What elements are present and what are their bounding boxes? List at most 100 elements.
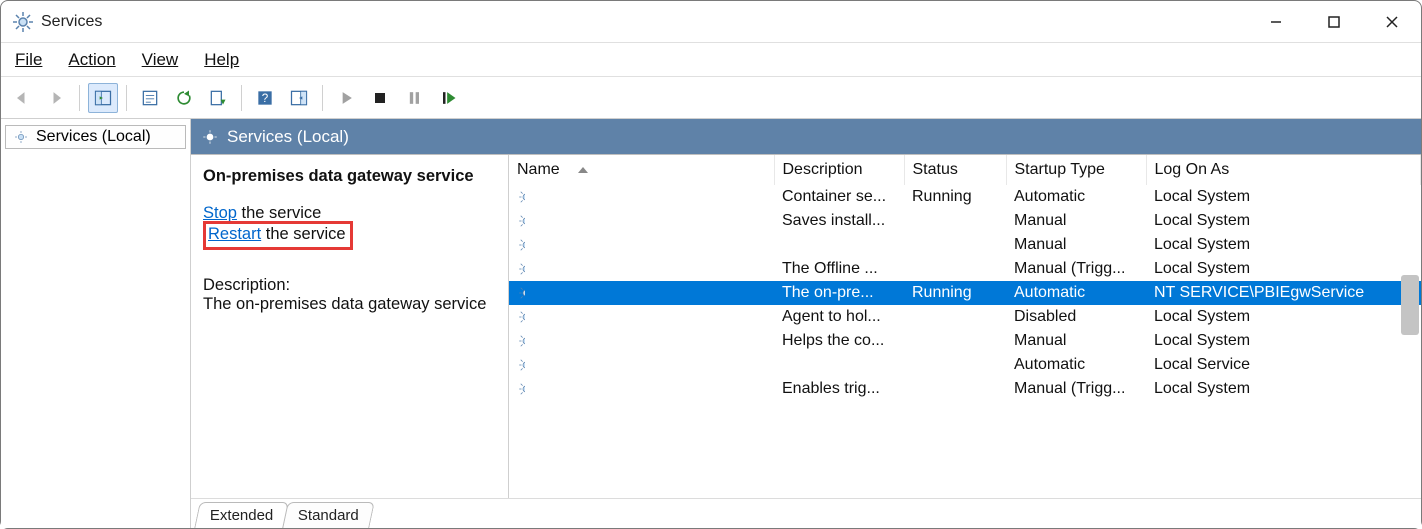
service-row[interactable]: Office 64 Source EngineSaves install...M… — [509, 209, 1421, 233]
export-list-button[interactable] — [203, 83, 233, 113]
service-row[interactable]: NVIDIA Display Container LSContainer se.… — [509, 185, 1421, 209]
column-header-status[interactable]: Status — [904, 155, 1006, 185]
service-status — [904, 305, 1006, 329]
separator — [241, 85, 242, 111]
pane-header: Services (Local) — [191, 119, 1421, 155]
service-icon — [517, 380, 525, 398]
column-header-row: Name Description Status Startup Type Log… — [509, 155, 1421, 185]
service-row[interactable]: Offline FilesThe Offline ...Manual (Trig… — [509, 257, 1421, 281]
tab-standard[interactable]: Standard — [283, 502, 375, 528]
title-bar: Services — [1, 1, 1421, 43]
service-startup-type: Manual — [1006, 209, 1146, 233]
service-log-on-as: Local System — [1146, 185, 1421, 209]
minimize-button[interactable] — [1247, 1, 1305, 42]
back-button[interactable] — [7, 83, 37, 113]
service-row[interactable]: On-premises data gateway s...The on-pre.… — [509, 281, 1421, 305]
service-log-on-as: Local System — [1146, 305, 1421, 329]
separator — [322, 85, 323, 111]
service-log-on-as: Local System — [1146, 329, 1421, 353]
close-button[interactable] — [1363, 1, 1421, 42]
service-log-on-as: Local Service — [1146, 353, 1421, 377]
service-row[interactable]: OracleOraClient12Home2MT...AutomaticLoca… — [509, 353, 1421, 377]
column-header-description[interactable]: Description — [774, 155, 904, 185]
service-icon — [517, 356, 525, 374]
pane-header-icon — [201, 128, 219, 146]
tree-node-services-local[interactable]: Services (Local) — [5, 125, 186, 149]
service-description — [774, 233, 904, 257]
toolbar: ? — [1, 77, 1421, 119]
service-row[interactable]: Optimize drivesHelps the co...ManualLoca… — [509, 329, 1421, 353]
services-app-icon — [11, 10, 35, 34]
service-startup-type: Manual (Trigg... — [1006, 257, 1146, 281]
stop-service-button[interactable] — [365, 83, 395, 113]
service-status — [904, 257, 1006, 281]
service-status: Running — [904, 185, 1006, 209]
service-icon — [517, 212, 525, 230]
service-icon — [517, 260, 525, 278]
service-icon — [517, 332, 525, 350]
maximize-button[interactable] — [1305, 1, 1363, 42]
service-startup-type: Manual — [1006, 233, 1146, 257]
column-header-log-on-as[interactable]: Log On As — [1146, 155, 1421, 185]
service-startup-type: Automatic — [1006, 185, 1146, 209]
column-header-startup-type[interactable]: Startup Type — [1006, 155, 1146, 185]
service-icon — [517, 188, 525, 206]
service-startup-type: Manual — [1006, 329, 1146, 353]
show-hide-actionpane-button[interactable] — [284, 83, 314, 113]
start-service-button[interactable] — [331, 83, 361, 113]
service-row[interactable]: OfficeSvcManagerAddonsManualLocal System — [509, 233, 1421, 257]
service-icon — [517, 308, 525, 326]
menu-view[interactable]: View — [138, 48, 183, 72]
menu-bar: File Action View Help — [1, 43, 1421, 77]
restart-service-button[interactable] — [433, 83, 463, 113]
service-log-on-as: NT SERVICE\PBIEgwService — [1146, 281, 1421, 305]
menu-file[interactable]: File — [11, 48, 46, 72]
separator — [79, 85, 80, 111]
refresh-button[interactable] — [169, 83, 199, 113]
service-description — [774, 353, 904, 377]
menu-action[interactable]: Action — [64, 48, 119, 72]
vertical-scrollbar-thumb[interactable] — [1401, 275, 1419, 335]
tree-node-label: Services (Local) — [36, 128, 151, 146]
services-node-icon — [12, 128, 30, 146]
service-log-on-as: Local System — [1146, 257, 1421, 281]
restart-highlight: Restart the service — [203, 221, 353, 250]
restart-service-suffix: the service — [261, 225, 345, 243]
service-row[interactable]: OpenSSH Authentication Ag...Agent to hol… — [509, 305, 1421, 329]
view-tabs: Extended Standard — [191, 498, 1421, 528]
properties-button[interactable] — [135, 83, 165, 113]
service-row[interactable]: P9RdrService_144778Enables trig...Manual… — [509, 377, 1421, 401]
service-detail-pane: On-premises data gateway service Stop th… — [191, 155, 509, 498]
service-status — [904, 209, 1006, 233]
svg-text:?: ? — [262, 92, 269, 105]
stop-service-suffix: the service — [237, 204, 321, 222]
show-hide-tree-button[interactable] — [88, 83, 118, 113]
window-title: Services — [41, 13, 102, 31]
service-description: Saves install... — [774, 209, 904, 233]
pause-service-button[interactable] — [399, 83, 429, 113]
service-log-on-as: Local System — [1146, 209, 1421, 233]
service-description: The on-pre... — [774, 281, 904, 305]
service-status — [904, 233, 1006, 257]
service-icon — [517, 284, 525, 302]
service-log-on-as: Local System — [1146, 377, 1421, 401]
restart-service-link[interactable]: Restart — [208, 225, 261, 243]
service-status — [904, 377, 1006, 401]
menu-help[interactable]: Help — [200, 48, 243, 72]
services-list[interactable]: Name Description Status Startup Type Log… — [509, 155, 1421, 498]
pane-header-title: Services (Local) — [227, 127, 349, 147]
service-log-on-as: Local System — [1146, 233, 1421, 257]
stop-service-link[interactable]: Stop — [203, 204, 237, 222]
selected-service-name: On-premises data gateway service — [203, 167, 494, 186]
help-button[interactable]: ? — [250, 83, 280, 113]
tab-extended[interactable]: Extended — [194, 502, 289, 528]
description-label: Description: — [203, 276, 494, 295]
forward-button[interactable] — [41, 83, 71, 113]
column-header-name[interactable]: Name — [509, 155, 774, 185]
service-status: Running — [904, 281, 1006, 305]
service-startup-type: Automatic — [1006, 281, 1146, 305]
service-description: Agent to hol... — [774, 305, 904, 329]
service-startup-type: Automatic — [1006, 353, 1146, 377]
service-description: Enables trig... — [774, 377, 904, 401]
service-startup-type: Manual (Trigg... — [1006, 377, 1146, 401]
